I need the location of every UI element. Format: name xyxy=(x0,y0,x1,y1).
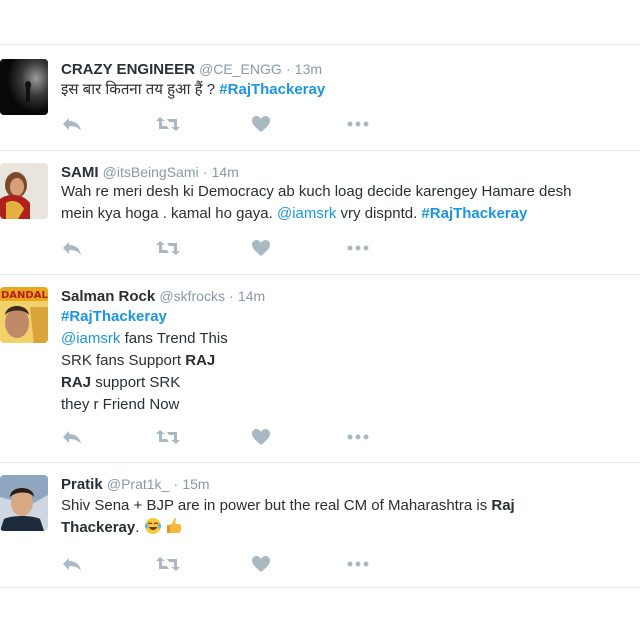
reply-icon[interactable] xyxy=(61,239,85,259)
tweet-text-content: Shiv Sena + BJP are in power but the rea… xyxy=(61,497,488,514)
avatar[interactable]: DANDAL xyxy=(0,287,48,343)
heart-icon[interactable] xyxy=(251,555,275,575)
hashtag-link[interactable]: #RajThackeray xyxy=(61,308,167,325)
tweet-3[interactable]: DANDAL Salman Rock @skfrocks · 14m #RajT… xyxy=(0,275,640,463)
tweet-timestamp[interactable]: 15m xyxy=(182,476,209,492)
tweet-timestamp[interactable]: 14m xyxy=(238,288,265,304)
tweet-text-content: SRK fans Support xyxy=(61,352,182,369)
tweet-author-name[interactable]: Salman Rock xyxy=(61,288,155,305)
mention-link[interactable]: @iamsrk xyxy=(61,330,120,347)
face-with-tears-of-joy-icon xyxy=(144,517,162,535)
meta-separator: · xyxy=(173,476,179,492)
tweet-text: Shiv Sena + BJP are in power but the rea… xyxy=(61,495,640,539)
avatar[interactable] xyxy=(0,163,48,219)
avatar[interactable] xyxy=(0,59,48,115)
tweet-1[interactable]: CRAZY ENGINEER @CE_ENGG · 13m इस बार कित… xyxy=(0,45,640,151)
tweet-text-content: . xyxy=(135,519,140,536)
tweet-author-handle[interactable]: @skfrocks xyxy=(159,288,225,304)
retweet-icon[interactable] xyxy=(155,428,180,448)
tweet-text-line: they r Friend Now xyxy=(61,396,180,413)
tweet-2[interactable]: SAMI @itsBeingSami · 14m Wah re meri des… xyxy=(0,151,640,275)
more-icon[interactable] xyxy=(346,555,370,575)
tweet-text-content: support SRK xyxy=(95,374,181,391)
tweet-text: #RajThackeray @iamsrk fans Trend This SR… xyxy=(61,306,640,416)
tweet-text-content: इस बार कितना तय हुआ हैं ? xyxy=(61,81,216,98)
tweet-author-handle[interactable]: @Prat1k_ xyxy=(107,476,169,492)
tweet-author-handle[interactable]: @CE_ENGG xyxy=(199,61,282,77)
tweet-text: इस बार कितना तय हुआ हैं ? #RajThackeray xyxy=(61,79,640,101)
tweet-text-content: mein kya hoga . kamal ho gaya. xyxy=(61,205,273,222)
tweet-timestamp[interactable]: 13m xyxy=(295,61,322,77)
tweet-text-line: Wah re meri desh ki Democracy ab kuch lo… xyxy=(61,183,572,200)
tweet-text-bold: Thackeray xyxy=(61,519,136,536)
meta-separator: · xyxy=(202,164,208,180)
hashtag-link[interactable]: #RajThackeray xyxy=(421,205,527,222)
more-icon[interactable] xyxy=(346,428,370,448)
tweet-text-content: vry dispntd. xyxy=(340,205,418,222)
tweet-timestamp[interactable]: 14m xyxy=(212,164,239,180)
tweet-author-name[interactable]: Pratik xyxy=(61,476,103,493)
heart-icon[interactable] xyxy=(251,428,275,448)
mention-link[interactable]: @iamsrk xyxy=(277,205,336,222)
reply-icon[interactable] xyxy=(61,428,85,448)
tweet-text: Wah re meri desh ki Democracy ab kuch lo… xyxy=(61,181,640,225)
tweet-text-content: fans Trend This xyxy=(124,330,228,347)
avatar[interactable] xyxy=(0,475,48,531)
tweet-author-name[interactable]: CRAZY ENGINEER xyxy=(61,61,195,78)
meta-separator: · xyxy=(285,61,291,77)
reply-icon[interactable] xyxy=(61,115,85,135)
retweet-icon[interactable] xyxy=(155,115,180,135)
heart-icon[interactable] xyxy=(251,239,275,259)
retweet-icon[interactable] xyxy=(155,555,180,575)
more-icon[interactable] xyxy=(346,239,370,259)
tweet-text-bold: Raj xyxy=(491,497,515,514)
retweet-icon[interactable] xyxy=(155,239,180,259)
tweet-author-handle[interactable]: @itsBeingSami xyxy=(103,164,199,180)
avatar-logo-text: DANDAL xyxy=(1,290,48,301)
reply-icon[interactable] xyxy=(61,555,85,575)
meta-separator: · xyxy=(229,288,234,304)
heart-icon[interactable] xyxy=(251,115,275,135)
tweet-text-bold: RAJ xyxy=(61,374,92,391)
tweet-text-bold: RAJ xyxy=(185,352,216,369)
more-icon[interactable] xyxy=(346,115,370,135)
pointing-hand-icon xyxy=(166,517,184,535)
tweet-4[interactable]: Pratik @Prat1k_ · 15m Shiv Sena + BJP ar… xyxy=(0,463,640,588)
hashtag-link[interactable]: #RajThackeray xyxy=(219,81,325,98)
tweet-author-name[interactable]: SAMI xyxy=(61,164,99,181)
